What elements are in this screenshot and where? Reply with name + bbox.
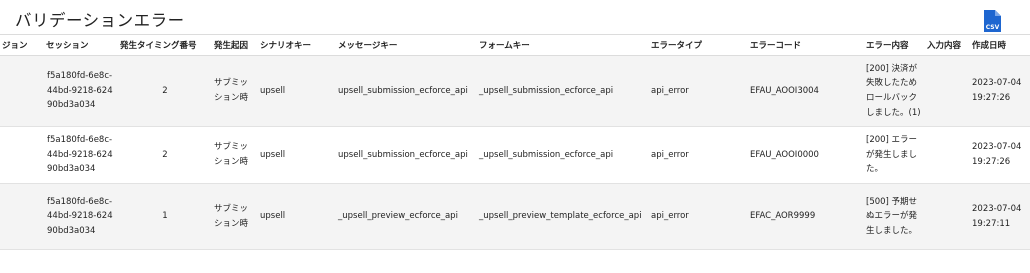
cell-version: [0, 126, 44, 184]
column-header-message-key[interactable]: メッセージキー: [336, 34, 477, 56]
cell-timing: 1: [118, 183, 212, 250]
cell-created-at: 2023-07-04 19:27:26: [970, 55, 1030, 127]
page-title: バリデーションエラー: [15, 11, 185, 30]
column-header-form-key[interactable]: フォームキー: [477, 34, 649, 56]
column-header-error-type[interactable]: エラータイプ: [649, 34, 748, 56]
cell-scenario-key: upsell: [258, 126, 336, 184]
column-header-created-at[interactable]: 作成日時: [970, 34, 1030, 56]
validation-error-table: ジョン セッション 発生タイミング番号 発生起因 シナリオキー メッセージキー …: [0, 34, 1030, 250]
validation-error-table-container: ジョン セッション 発生タイミング番号 発生起因 シナリオキー メッセージキー …: [0, 34, 1030, 250]
cell-scenario-key: upsell: [258, 183, 336, 250]
cell-input: [925, 126, 970, 184]
cell-session: f5a180fd-6e8c-44bd-9218-62490bd3a034: [44, 126, 118, 184]
column-header-input[interactable]: 入力内容: [925, 34, 970, 56]
cell-error-type: api_error: [649, 183, 748, 250]
cell-error-code: EFAU_AOOI0000: [748, 126, 864, 184]
cell-error-content: [200] 決済が失敗したためロールバックしました。(1): [864, 55, 925, 127]
column-header-timing[interactable]: 発生タイミング番号: [118, 34, 212, 56]
column-header-scenario-key[interactable]: シナリオキー: [258, 34, 336, 56]
cell-cause: サブミッション時: [212, 55, 258, 127]
cell-cause: サブミッション時: [212, 183, 258, 250]
column-header-error-content[interactable]: エラー内容: [864, 34, 925, 56]
cell-message-key: upsell_submission_ecforce_api: [336, 126, 477, 184]
column-header-session[interactable]: セッション: [44, 34, 118, 56]
table-row: f5a180fd-6e8c-44bd-9218-62490bd3a034 2 サ…: [0, 55, 1030, 127]
cell-form-key: _upsell_submission_ecforce_api: [477, 55, 649, 127]
cell-form-key: _upsell_preview_template_ecforce_api: [477, 183, 649, 250]
cell-version: [0, 183, 44, 250]
column-header-error-code[interactable]: エラーコード: [748, 34, 864, 56]
cell-error-type: api_error: [649, 126, 748, 184]
table-row: f5a180fd-6e8c-44bd-9218-62490bd3a034 2 サ…: [0, 126, 1030, 184]
csv-icon-label: CSV: [986, 24, 1000, 31]
cell-form-key: _upsell_submission_ecforce_api: [477, 126, 649, 184]
cell-error-code: EFAU_AOOI3004: [748, 55, 864, 127]
validation-error-page: バリデーションエラー CSV ジョン セッション 発生タイミング番号 発生起因 …: [0, 0, 1030, 273]
cell-error-content: [200] エラーが発生しました。: [864, 126, 925, 184]
cell-message-key: upsell_submission_ecforce_api: [336, 55, 477, 127]
cell-version: [0, 55, 44, 127]
csv-download-button[interactable]: CSV: [983, 10, 1001, 32]
cell-session: f5a180fd-6e8c-44bd-9218-62490bd3a034: [44, 55, 118, 127]
cell-scenario-key: upsell: [258, 55, 336, 127]
cell-error-type: api_error: [649, 55, 748, 127]
cell-message-key: _upsell_preview_ecforce_api: [336, 183, 477, 250]
cell-cause: サブミッション時: [212, 126, 258, 184]
cell-session: f5a180fd-6e8c-44bd-9218-62490bd3a034: [44, 183, 118, 250]
column-header-version[interactable]: ジョン: [0, 34, 44, 56]
cell-timing: 2: [118, 126, 212, 184]
column-header-cause[interactable]: 発生起因: [212, 34, 258, 56]
cell-error-code: EFAC_AOR9999: [748, 183, 864, 250]
cell-error-content: [500] 予期せぬエラーが発生しました。: [864, 183, 925, 250]
cell-created-at: 2023-07-04 19:27:11: [970, 183, 1030, 250]
cell-timing: 2: [118, 55, 212, 127]
cell-created-at: 2023-07-04 19:27:26: [970, 126, 1030, 184]
csv-file-icon: CSV: [984, 10, 1001, 32]
table-header-row: ジョン セッション 発生タイミング番号 発生起因 シナリオキー メッセージキー …: [0, 34, 1030, 56]
cell-input: [925, 183, 970, 250]
cell-input: [925, 55, 970, 127]
table-row: f5a180fd-6e8c-44bd-9218-62490bd3a034 1 サ…: [0, 183, 1030, 250]
